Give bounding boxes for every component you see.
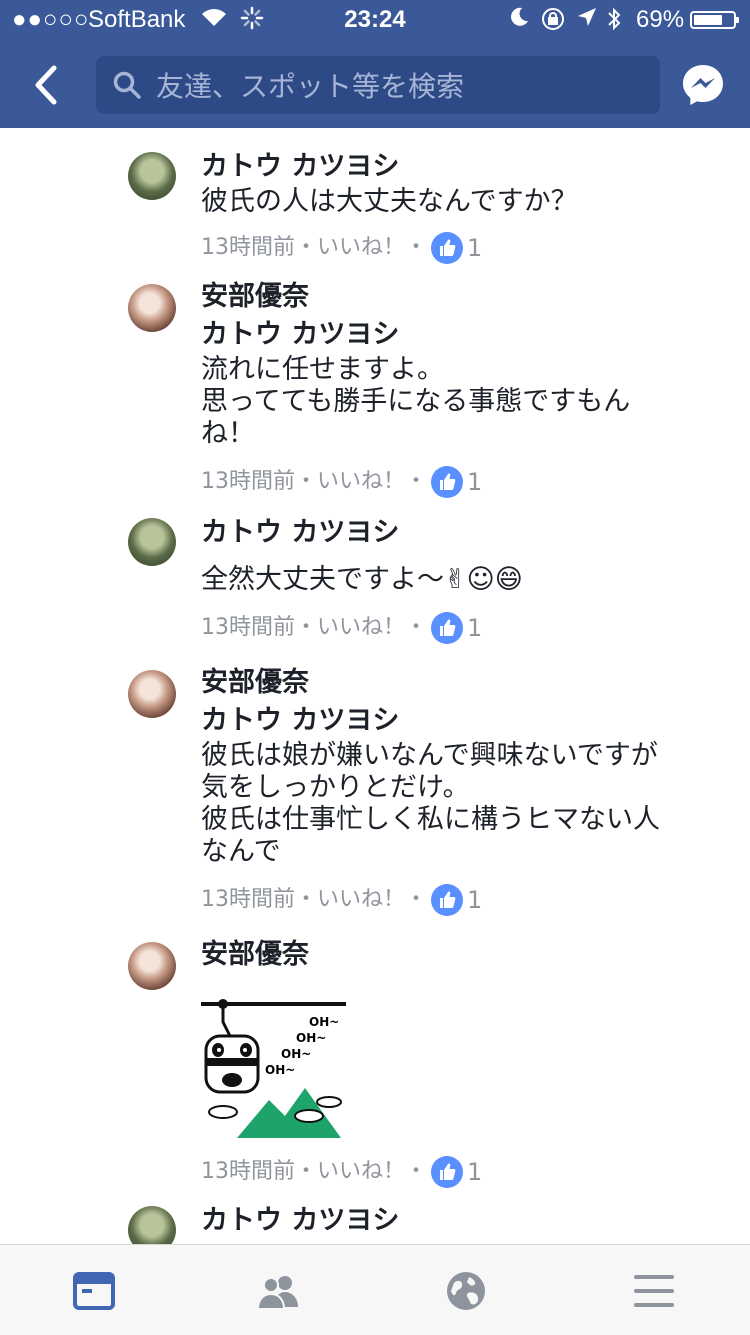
avatar[interactable]: [128, 152, 176, 200]
sticker-text: OH~: [265, 1063, 295, 1077]
comment-author[interactable]: 安部優奈: [201, 664, 721, 702]
like-count[interactable]: 1: [467, 884, 482, 916]
news-feed-icon: [73, 1272, 115, 1310]
comment-text-line: 流れに任せますよ。: [201, 354, 444, 385]
comment-text: 全然大丈夫ですよ〜✌☺😄: [201, 564, 523, 595]
comment-author[interactable]: カトウ カツヨシ: [201, 148, 721, 186]
battery-percent: 69%: [636, 6, 685, 33]
like-count[interactable]: 1: [467, 232, 482, 264]
comment-thread[interactable]: カトウ カツヨシ 彼氏の人は大丈夫なんですか？ 13時間前・いいね！・ 1 安部…: [0, 128, 750, 1244]
search-input[interactable]: [154, 56, 648, 116]
comment-text-line: 気をしっかりとだけ。: [201, 772, 470, 803]
battery-icon: [690, 11, 739, 29]
comment-meta: 13時間前・いいね！・ 1: [201, 882, 721, 918]
like-badge-icon: [431, 884, 463, 916]
comment-text-line: 思ってても勝手になる事態ですもん: [201, 386, 631, 417]
status-bar: ●●○○○ SoftBank 23:24 69%: [0, 0, 750, 40]
comment-time-like[interactable]: 13時間前・いいね！・: [201, 1156, 427, 1188]
search-icon: [112, 70, 142, 100]
comment-meta: 13時間前・いいね！・ 1: [201, 230, 721, 266]
like-count[interactable]: 1: [467, 612, 482, 644]
comment-text: 彼氏の人は大丈夫なんですか？: [201, 186, 578, 217]
like-badge-icon: [431, 232, 463, 264]
messenger-icon: [683, 65, 723, 105]
comment-author[interactable]: カトウ カツヨシ: [201, 514, 721, 552]
panda-gondola-sticker[interactable]: OH~ OH~ OH~ OH~: [201, 998, 351, 1140]
avatar[interactable]: [128, 518, 176, 566]
friends-icon: [256, 1276, 298, 1310]
like-badge-icon: [431, 466, 463, 498]
sticker-text: OH~: [281, 1047, 311, 1061]
comment-meta: 13時間前・いいね！・ 1: [201, 610, 721, 646]
reply-mention[interactable]: カトウ カツヨシ: [201, 316, 721, 354]
comment-text-line: ね！: [201, 418, 255, 449]
back-button[interactable]: [22, 60, 72, 110]
like-badge-icon: [431, 1156, 463, 1188]
comment-author[interactable]: 安部優奈: [201, 936, 721, 974]
comment-text-line: なんで: [201, 836, 281, 867]
reply-mention[interactable]: カトウ カツヨシ: [201, 702, 721, 740]
do-not-disturb-icon: [508, 6, 530, 35]
tab-news-feed[interactable]: [70, 1267, 118, 1315]
bottom-tab-bar: [0, 1244, 750, 1335]
sticker-text: OH~: [296, 1031, 326, 1045]
comment-meta: 13時間前・いいね！・ 1: [201, 1154, 721, 1190]
comment-meta: 13時間前・いいね！・ 1: [201, 464, 721, 500]
comment-text-line: 彼氏は娘が嫌いなんで興味ないですが: [201, 740, 658, 771]
comment-time-like[interactable]: 13時間前・いいね！・: [201, 612, 427, 644]
comment-time-like[interactable]: 13時間前・いいね！・: [201, 466, 427, 498]
avatar[interactable]: [128, 670, 176, 718]
header-bar: ●●○○○ SoftBank 23:24 69%: [0, 0, 750, 128]
like-count[interactable]: 1: [467, 466, 482, 498]
comment-author[interactable]: カトウ カツヨシ: [201, 1202, 721, 1240]
avatar[interactable]: [128, 284, 176, 332]
tab-notifications[interactable]: [442, 1267, 490, 1315]
comment-time-like[interactable]: 13時間前・いいね！・: [201, 884, 427, 916]
menu-icon: [634, 1275, 674, 1307]
search-bar[interactable]: [96, 56, 660, 116]
sticker-text: OH~: [309, 1015, 339, 1029]
like-badge-icon: [431, 612, 463, 644]
location-arrow-icon: [576, 6, 598, 35]
bluetooth-icon: [606, 6, 622, 39]
avatar[interactable]: [128, 1206, 176, 1244]
comment-author[interactable]: 安部優奈: [201, 278, 721, 316]
comment-text-line: 彼氏は仕事忙しく私に構うヒマない人: [201, 804, 660, 835]
tab-friends[interactable]: [254, 1267, 302, 1315]
messenger-button[interactable]: [680, 62, 726, 108]
rotation-lock-icon: [540, 6, 566, 39]
comment-time-like[interactable]: 13時間前・いいね！・: [201, 232, 427, 264]
avatar[interactable]: [128, 942, 176, 990]
like-count[interactable]: 1: [467, 1156, 482, 1188]
tab-menu[interactable]: [630, 1267, 678, 1315]
globe-icon: [447, 1272, 485, 1310]
